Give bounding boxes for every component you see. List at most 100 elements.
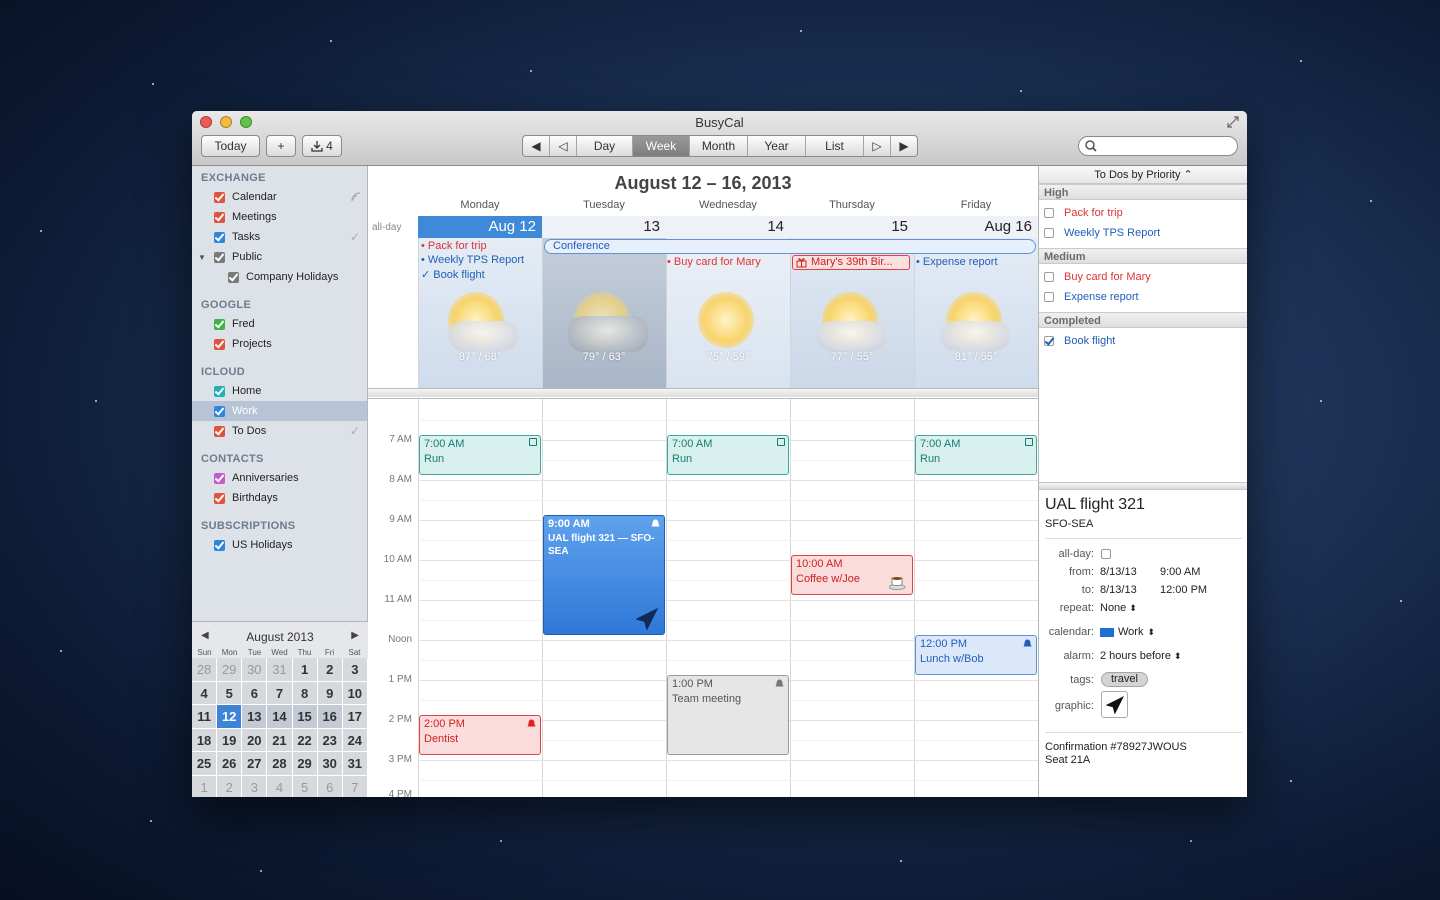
calendar-item-home[interactable]: Home	[214, 381, 366, 401]
mini-calendar-day[interactable]: 3	[342, 658, 368, 681]
calendar-item-anniversaries[interactable]: Anniversaries	[214, 468, 366, 488]
mini-calendar-day[interactable]: 10	[342, 681, 368, 705]
event-run-monday[interactable]: 7:00 AM Run	[419, 435, 541, 475]
mini-calendar-day[interactable]: 27	[242, 752, 268, 775]
checkbox[interactable]	[214, 318, 225, 330]
todo-checkbox[interactable]	[1044, 272, 1054, 282]
repeat-popup[interactable]: None ⬍	[1100, 602, 1137, 614]
event-dentist[interactable]: 2:00 PM Dentist	[419, 715, 541, 755]
checkbox[interactable]	[214, 251, 225, 263]
graphic-well[interactable]	[1101, 691, 1128, 718]
mini-calendar-day[interactable]: 21	[267, 728, 293, 752]
allday-resize-handle[interactable]	[368, 388, 1038, 397]
time-grid[interactable]: 7 AM 8 AM 9 AM 10 AM 11 AM Noon 1 PM 2 P…	[368, 398, 1038, 797]
mini-calendar-day[interactable]: 31	[342, 752, 368, 775]
from-date[interactable]: 8/13/13	[1100, 566, 1137, 578]
event-run-friday[interactable]: 7:00 AM Run	[915, 435, 1037, 475]
event-lunch-w-bob[interactable]: 12:00 PM Lunch w/Bob	[915, 635, 1037, 675]
mini-calendar-day[interactable]: 5	[292, 775, 318, 797]
mini-calendar-day[interactable]: 11	[192, 705, 218, 728]
calendar-item-tasks[interactable]: Tasks ✓	[214, 227, 366, 247]
panel-splitter[interactable]	[1039, 482, 1247, 490]
todo-checkbox[interactable]	[1044, 292, 1054, 302]
calendar-item-birthdays[interactable]: Birthdays	[214, 488, 366, 508]
fullscreen-icon[interactable]	[1227, 116, 1239, 128]
mini-calendar-day[interactable]: 26	[217, 752, 243, 775]
view-month[interactable]: Month	[690, 136, 748, 156]
mini-calendar-day[interactable]: 29	[217, 658, 243, 681]
mini-calendar-day[interactable]: 30	[317, 752, 343, 775]
event-team-meeting[interactable]: 1:00 PM Team meeting	[667, 675, 789, 755]
mini-calendar-day[interactable]: 9	[317, 681, 343, 705]
allday-event-buy-card[interactable]: • Buy card for Mary	[667, 256, 761, 268]
calendar-item-calendar[interactable]: Calendar	[214, 187, 366, 207]
day-number-tuesday[interactable]: 13	[542, 216, 666, 238]
mini-calendar-day[interactable]: 23	[317, 728, 343, 752]
mini-calendar-day[interactable]: 30	[242, 658, 268, 681]
mini-calendar-day[interactable]: 12	[217, 705, 243, 728]
mini-calendar-day[interactable]: 18	[192, 728, 218, 752]
checkbox[interactable]	[228, 271, 239, 283]
mini-calendar-day[interactable]: 8	[292, 681, 318, 705]
download-invitations-button[interactable]: 4	[302, 135, 342, 157]
mini-calendar-day[interactable]: 29	[292, 752, 318, 775]
view-list[interactable]: List	[806, 136, 864, 156]
calendar-item-meetings[interactable]: Meetings	[214, 207, 366, 227]
mini-calendar-day[interactable]: 4	[192, 681, 218, 705]
mini-calendar-day[interactable]: 28	[267, 752, 293, 775]
mini-calendar-day[interactable]: 15	[292, 705, 318, 728]
todo-item-buy-card[interactable]: Buy card for Mary	[1044, 268, 1151, 286]
todo-item-weekly-tps[interactable]: Weekly TPS Report	[1044, 224, 1160, 242]
to-date[interactable]: 8/13/13	[1100, 584, 1137, 596]
tag-travel[interactable]: travel	[1101, 672, 1148, 687]
todo-item-expense-report[interactable]: Expense report	[1044, 288, 1139, 306]
mini-calendar-day[interactable]: 5	[217, 681, 243, 705]
checkbox[interactable]	[214, 425, 225, 437]
mini-calendar-day[interactable]: 31	[267, 658, 293, 681]
allday-checkbox[interactable]	[1101, 549, 1111, 559]
previous-page-button[interactable]: ◀	[523, 136, 550, 156]
mini-calendar-day[interactable]: 7	[267, 681, 293, 705]
checkbox[interactable]	[214, 492, 225, 504]
checkbox[interactable]	[214, 231, 225, 243]
mini-calendar-day[interactable]: 1	[192, 775, 218, 797]
mini-calendar-day[interactable]: 20	[242, 728, 268, 752]
todo-checkbox[interactable]	[1044, 208, 1054, 218]
allday-event-conference[interactable]: Conference	[544, 239, 1036, 254]
calendar-item-projects[interactable]: Projects	[214, 334, 366, 354]
checkbox[interactable]	[214, 211, 225, 223]
calendar-popup[interactable]: Work ⬍	[1100, 626, 1155, 638]
view-year[interactable]: Year	[748, 136, 806, 156]
event-ual-flight[interactable]: 9:00 AM UAL flight 321 — SFO-SEA	[543, 515, 665, 635]
calendar-item-to-dos[interactable]: To Dos ✓	[214, 421, 366, 441]
next-button[interactable]: ▷	[864, 136, 891, 156]
alarm-popup[interactable]: 2 hours before ⬍	[1100, 650, 1182, 662]
event-coffee-w-joe[interactable]: 10:00 AM Coffee w/Joe	[791, 555, 913, 595]
mini-calendar-next-button[interactable]: ▶	[351, 630, 359, 641]
inspector-location[interactable]: SFO-SEA	[1045, 518, 1093, 530]
day-number-friday[interactable]: Aug 16	[914, 216, 1038, 238]
disclosure-triangle-icon[interactable]: ▼	[198, 253, 206, 262]
mini-calendar-day[interactable]: 2	[317, 658, 343, 681]
view-day[interactable]: Day	[577, 136, 633, 156]
search-field[interactable]	[1078, 136, 1238, 156]
mini-calendar-day[interactable]: 4	[267, 775, 293, 797]
allday-event-book-flight[interactable]: ✓ Book flight	[421, 268, 485, 281]
todo-checkbox[interactable]	[1044, 228, 1054, 238]
mini-calendar-day[interactable]: 2	[217, 775, 243, 797]
mini-calendar-day[interactable]: 14	[267, 705, 293, 728]
mini-calendar-day[interactable]: 17	[342, 705, 368, 728]
mini-calendar-day[interactable]: 1	[292, 658, 318, 681]
calendar-item-company-holidays[interactable]: Company Holidays	[228, 267, 366, 287]
checkbox[interactable]	[214, 472, 225, 484]
calendar-item-us-holidays[interactable]: US Holidays	[214, 535, 366, 555]
mini-calendar-day[interactable]: 13	[242, 705, 268, 728]
mini-calendar-day[interactable]: 25	[192, 752, 218, 775]
mini-calendar-day[interactable]: 7	[342, 775, 368, 797]
calendar-item-public[interactable]: Public	[214, 247, 366, 267]
mini-calendar-day[interactable]: 19	[217, 728, 243, 752]
checkbox[interactable]	[214, 191, 225, 203]
calendar-item-fred[interactable]: Fred	[214, 314, 366, 334]
to-time[interactable]: 12:00 PM	[1160, 584, 1207, 596]
mini-calendar-day[interactable]: 6	[242, 681, 268, 705]
